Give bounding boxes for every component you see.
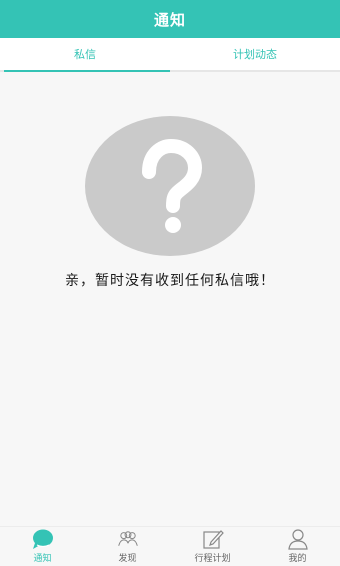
bottom-navigation: 通知 发现 行程计划 我的 — [0, 526, 340, 566]
nav-label: 我的 — [288, 554, 307, 564]
tab-label: 计划动态 — [233, 48, 277, 61]
header-bar: 通知 — [0, 0, 340, 38]
tab-plan-updates[interactable]: 计划动态 — [170, 38, 340, 70]
nav-label: 通知 — [33, 554, 52, 564]
nav-item-notifications[interactable]: 通知 — [0, 527, 85, 566]
page-title: 通知 — [153, 10, 186, 29]
tab-bar: 私信 计划动态 — [0, 38, 340, 72]
people-icon — [117, 528, 139, 550]
notification-screen: 通知 私信 计划动态 亲，暂时没有收到任何私信哦！ 通知 发现 行程计划 我的 — [0, 0, 340, 566]
active-tab-indicator — [4, 70, 170, 72]
nav-label: 行程计划 — [194, 554, 231, 564]
nav-item-itinerary[interactable]: 行程计划 — [170, 527, 255, 566]
nav-item-me[interactable]: 我的 — [255, 527, 340, 566]
tab-private-messages[interactable]: 私信 — [0, 38, 170, 70]
tab-label: 私信 — [74, 48, 96, 61]
edit-icon — [202, 528, 224, 550]
empty-state: 亲，暂时没有收到任何私信哦！ — [0, 116, 340, 290]
question-mark-icon — [85, 116, 255, 256]
empty-message: 亲，暂时没有收到任何私信哦！ — [65, 273, 275, 289]
person-icon — [287, 528, 309, 550]
chat-bubble-icon — [32, 528, 54, 550]
nav-item-discover[interactable]: 发现 — [85, 527, 170, 566]
nav-label: 发现 — [118, 554, 137, 564]
